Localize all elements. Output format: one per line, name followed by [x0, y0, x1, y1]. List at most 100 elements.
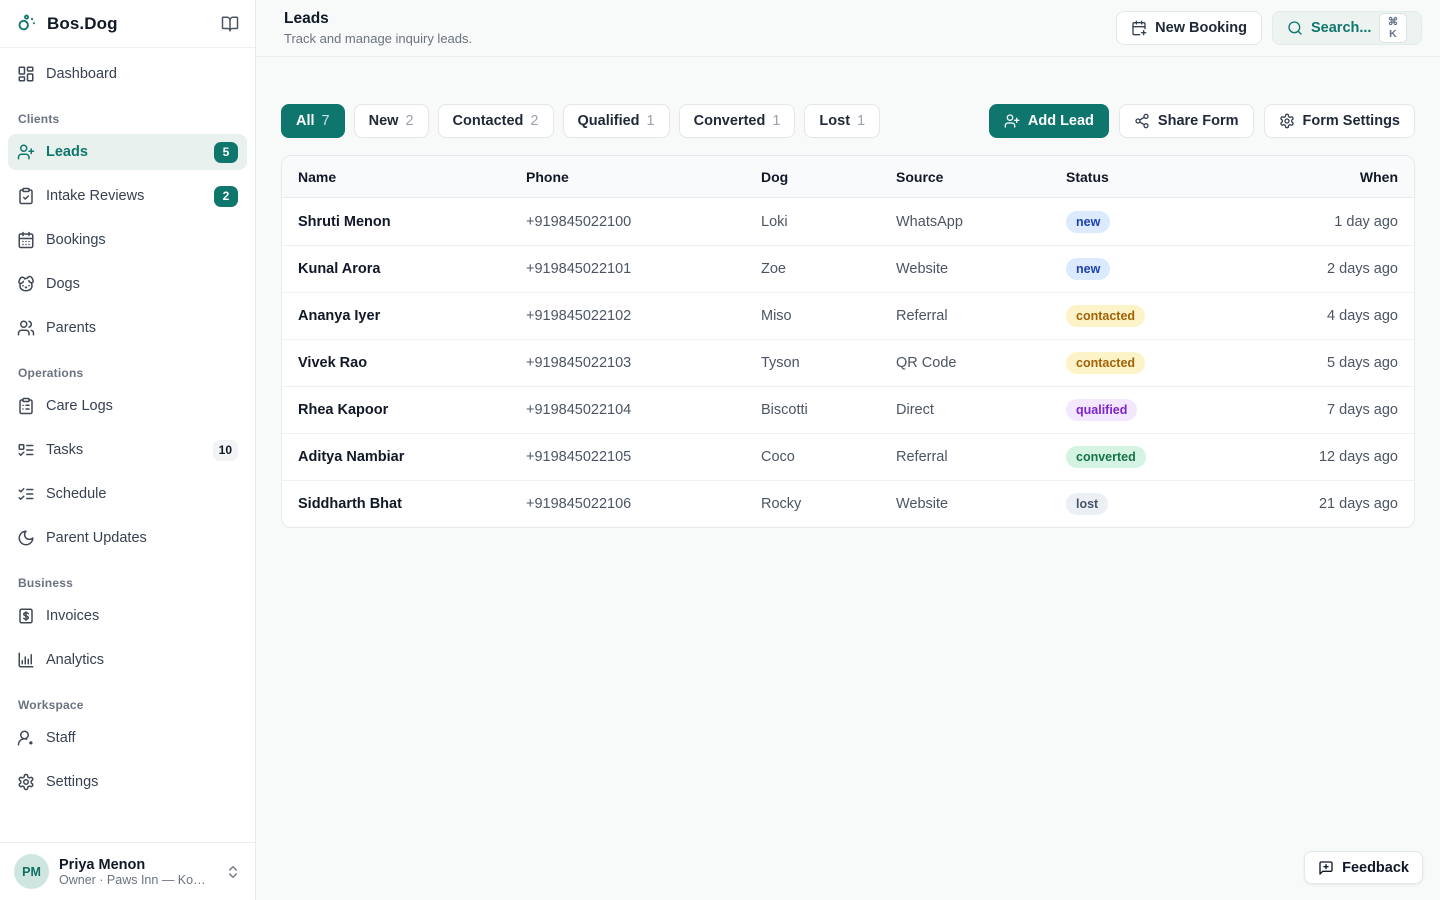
lead-source: Direct: [896, 402, 1066, 418]
table-header-row: Name Phone Dog Source Status When: [282, 156, 1414, 198]
sidebar-item-parent-updates[interactable]: Parent Updates: [8, 520, 247, 556]
lead-when: 21 days ago: [1280, 496, 1398, 512]
lead-source: Referral: [896, 449, 1066, 465]
sidebar-item-label: Dashboard: [46, 66, 117, 82]
sidebar-item-staff[interactable]: Staff: [8, 720, 247, 756]
main-area: Leads Track and manage inquiry leads. Ne…: [256, 0, 1440, 900]
sidebar-item-leads[interactable]: Leads 5: [8, 134, 247, 170]
sidebar-item-settings[interactable]: Settings: [8, 764, 247, 800]
calendar-icon: [17, 231, 35, 249]
filter-label: All: [296, 113, 315, 129]
user-info: Priya Menon Owner · Paws Inn — Kora...: [59, 857, 209, 887]
lead-source: WhatsApp: [896, 214, 1066, 230]
lead-name: Rhea Kapoor: [298, 402, 526, 418]
search-button[interactable]: Search... ⌘ K: [1272, 11, 1422, 45]
user-plus-icon: [17, 143, 35, 161]
paw-logo-icon: [16, 13, 38, 35]
column-header-dog: Dog: [761, 169, 896, 185]
filter-label: Contacted: [453, 113, 524, 129]
feedback-button[interactable]: Feedback: [1304, 851, 1423, 884]
filter-label: New: [369, 113, 399, 129]
lead-phone: +919845022100: [526, 214, 761, 230]
new-booking-button[interactable]: New Booking: [1116, 11, 1262, 45]
sidebar-item-tasks[interactable]: Tasks 10: [8, 432, 247, 468]
filter-pill-lost[interactable]: Lost 1: [804, 104, 880, 138]
table-row[interactable]: Kunal Arora +919845022101 Zoe Website ne…: [282, 245, 1414, 292]
filter-row: All 7 New 2 Contacted 2 Qualified 1: [281, 104, 1415, 138]
share-form-button[interactable]: Share Form: [1119, 104, 1254, 138]
topbar-actions: New Booking Search... ⌘ K: [1116, 11, 1422, 45]
filter-pill-contacted[interactable]: Contacted 2: [438, 104, 554, 138]
sidebar-item-label: Leads: [46, 144, 88, 160]
table-row[interactable]: Shruti Menon +919845022100 Loki WhatsApp…: [282, 198, 1414, 245]
column-header-phone: Phone: [526, 169, 761, 185]
table-row[interactable]: Ananya Iyer +919845022102 Miso Referral …: [282, 292, 1414, 339]
moon-icon: [17, 529, 35, 547]
chevrons-up-down-icon: [225, 864, 241, 880]
lead-when: 1 day ago: [1280, 214, 1398, 230]
share-form-label: Share Form: [1158, 113, 1239, 129]
status-badge: contacted: [1066, 305, 1145, 327]
user-menu[interactable]: PM Priya Menon Owner · Paws Inn — Kora..…: [0, 842, 255, 900]
status-badge: converted: [1066, 446, 1146, 468]
sidebar-nav: Dashboard Clients Leads 5 Intake Reviews…: [0, 48, 255, 842]
lead-source: QR Code: [896, 355, 1066, 371]
dashboard-icon: [17, 65, 35, 83]
lead-phone: +919845022102: [526, 308, 761, 324]
sidebar-item-schedule[interactable]: Schedule: [8, 476, 247, 512]
sidebar-collapse-button[interactable]: [221, 15, 239, 33]
filter-pill-converted[interactable]: Converted 1: [679, 104, 796, 138]
gear-icon: [17, 773, 35, 791]
form-settings-button[interactable]: Form Settings: [1264, 104, 1415, 138]
dollar-square-icon: [17, 607, 35, 625]
lead-when: 2 days ago: [1280, 261, 1398, 277]
filter-pill-all[interactable]: All 7: [281, 104, 345, 138]
filter-label: Qualified: [578, 113, 640, 129]
lead-dog: Tyson: [761, 355, 896, 371]
page-title: Leads: [284, 10, 472, 28]
section-label-clients: Clients: [8, 100, 247, 134]
filter-pill-qualified[interactable]: Qualified 1: [563, 104, 670, 138]
lead-phone: +919845022105: [526, 449, 761, 465]
filter-pill-new[interactable]: New 2: [354, 104, 429, 138]
leads-table: Name Phone Dog Source Status When Shruti…: [281, 155, 1415, 528]
add-lead-label: Add Lead: [1028, 113, 1094, 129]
table-row[interactable]: Siddharth Bhat +919845022106 Rocky Websi…: [282, 480, 1414, 527]
add-lead-button[interactable]: Add Lead: [989, 104, 1109, 138]
column-header-source: Source: [896, 169, 1066, 185]
dog-icon: [17, 275, 35, 293]
user-name: Priya Menon: [59, 857, 209, 873]
lead-when: 7 days ago: [1280, 402, 1398, 418]
sidebar-item-care-logs[interactable]: Care Logs: [8, 388, 247, 424]
table-row[interactable]: Aditya Nambiar +919845022105 Coco Referr…: [282, 433, 1414, 480]
lead-name: Ananya Iyer: [298, 308, 526, 324]
sidebar-item-bookings[interactable]: Bookings: [8, 222, 247, 258]
sidebar-item-analytics[interactable]: Analytics: [8, 642, 247, 678]
tasks-count-badge: 10: [213, 440, 238, 461]
column-header-when: When: [1280, 169, 1398, 185]
list-checks-icon: [17, 485, 35, 503]
lead-dog: Coco: [761, 449, 896, 465]
search-icon: [1287, 20, 1303, 36]
intake-reviews-count-badge: 2: [214, 186, 238, 207]
sidebar-item-label: Staff: [46, 730, 76, 746]
lead-source: Website: [896, 261, 1066, 277]
filter-count: 1: [647, 113, 655, 129]
table-row[interactable]: Rhea Kapoor +919845022104 Biscotti Direc…: [282, 386, 1414, 433]
column-header-status: Status: [1066, 169, 1280, 185]
sidebar-item-label: Parents: [46, 320, 96, 336]
sidebar-item-intake-reviews[interactable]: Intake Reviews 2: [8, 178, 247, 214]
leads-count-badge: 5: [214, 142, 238, 163]
lead-phone: +919845022101: [526, 261, 761, 277]
sidebar-item-parents[interactable]: Parents: [8, 310, 247, 346]
filter-label: Lost: [819, 113, 850, 129]
message-plus-icon: [1318, 860, 1334, 876]
list-todo-icon: [17, 441, 35, 459]
clipboard-list-icon: [17, 397, 35, 415]
filter-count: 2: [530, 113, 538, 129]
sidebar-item-invoices[interactable]: Invoices: [8, 598, 247, 634]
sidebar-item-dogs[interactable]: Dogs: [8, 266, 247, 302]
table-row[interactable]: Vivek Rao +919845022103 Tyson QR Code co…: [282, 339, 1414, 386]
sidebar-item-dashboard[interactable]: Dashboard: [8, 56, 247, 92]
lead-source: Website: [896, 496, 1066, 512]
